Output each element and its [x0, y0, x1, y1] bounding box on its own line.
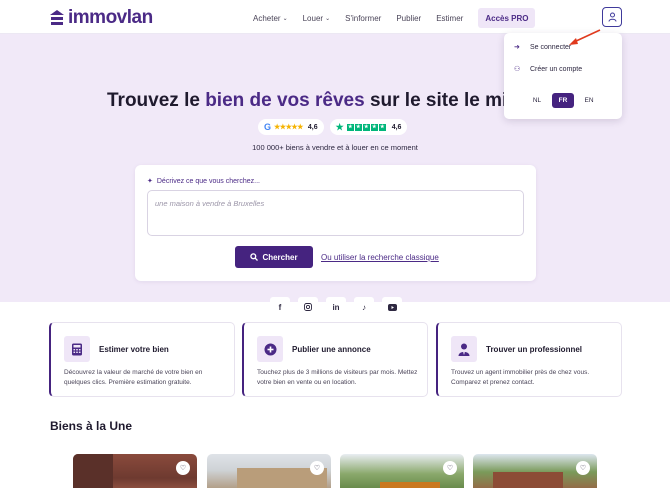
favorite-heart-icon[interactable]: ♡	[310, 461, 324, 475]
trustpilot-icon: ★	[335, 121, 344, 132]
youtube-icon[interactable]	[382, 297, 402, 317]
nav-rent[interactable]: Louer ⌄	[303, 9, 331, 27]
chevron-down-icon: ⌄	[282, 15, 288, 22]
social-links: f in ♪	[270, 297, 410, 317]
star-rating-icon: ★★★★★	[274, 124, 303, 131]
search-label-text: Décrivez ce que vous cherchez...	[156, 177, 260, 185]
feature-title: Publier une annonce	[292, 345, 371, 354]
user-menu-dropdown: ➜ Se connecter ⚇ Créer un compte NL FR E…	[504, 33, 622, 119]
search-label: ✦ Décrivez ce que vous cherchez...	[147, 177, 260, 186]
login-icon: ➜	[514, 44, 520, 51]
hero-subtitle: 100 000+ biens à vendre et à louer en ce…	[252, 143, 418, 152]
listing-card[interactable]: ♡	[340, 454, 464, 488]
search-input[interactable]: une maison à vendre à Bruxelles	[147, 190, 524, 236]
featured-section-title: Biens à la Une	[50, 419, 133, 433]
google-rating-value: 4,6	[307, 123, 318, 131]
search-button[interactable]: Chercher	[235, 246, 313, 268]
main-nav: Acheter ⌄ Louer ⌄ S'informer Publier Estim…	[253, 8, 536, 28]
feature-description: Trouvez un agent immobilier près de chez…	[451, 369, 590, 386]
nav-rent-label: Louer	[302, 13, 324, 23]
nav-estimate[interactable]: Estimer	[436, 9, 463, 27]
magic-wand-icon: ✦	[147, 178, 153, 185]
trustpilot-rating-value: 4,6	[391, 123, 402, 131]
tiktok-icon[interactable]: ♪	[354, 297, 374, 317]
language-switcher: NL FR EN	[526, 93, 604, 108]
feature-description: Découvrez la valeur de marché de votre b…	[64, 369, 203, 386]
pro-access-button[interactable]: Accès PRO	[478, 8, 536, 28]
hero-title: Trouvez le bien de vos rêves sur le site…	[107, 90, 540, 112]
feature-card-professional[interactable]: Trouver un professionnel Trouvez un agen…	[436, 322, 622, 397]
lang-fr-button[interactable]: FR	[552, 93, 574, 108]
login-menu-item[interactable]: ➜ Se connecter	[514, 43, 571, 52]
favorite-heart-icon[interactable]: ♡	[176, 461, 190, 475]
feature-description: Touchez plus de 3 millions de visiteurs …	[257, 369, 418, 386]
nav-publish-label: Publier	[396, 13, 422, 23]
nav-estimate-label: Estimer	[436, 13, 464, 23]
instagram-icon[interactable]	[298, 297, 318, 317]
search-icon	[250, 253, 259, 261]
create-account-label: Créer un compte	[530, 65, 583, 73]
nav-inform-label: S'informer	[345, 13, 382, 23]
classic-search-link[interactable]: Ou utiliser la recherche classique	[321, 253, 439, 262]
annotation-arrow	[569, 29, 601, 45]
user-account-button[interactable]	[602, 7, 622, 27]
trustpilot-rating-badge[interactable]: ★ ★ ★ ★ ★ ★ 4,6	[329, 119, 408, 135]
listing-card[interactable]: ♡	[473, 454, 597, 488]
nav-publish[interactable]: Publier	[396, 9, 421, 27]
feature-card-estimate[interactable]: Estimer votre bien Découvrez la valeur d…	[49, 322, 235, 397]
agent-icon	[451, 336, 477, 362]
pro-access-label: Accès PRO	[485, 13, 529, 23]
nav-buy-label: Acheter	[253, 13, 281, 23]
favorite-heart-icon[interactable]: ♡	[443, 461, 457, 475]
trustpilot-stars-icon: ★ ★ ★ ★ ★	[346, 123, 386, 131]
facebook-icon[interactable]: f	[270, 297, 290, 317]
nav-inform[interactable]: S'informer	[345, 9, 381, 27]
listing-card[interactable]: ♡	[73, 454, 197, 488]
nav-buy[interactable]: Acheter ⌄	[253, 9, 288, 27]
hero-title-part1: Trouvez le	[107, 90, 206, 111]
lang-nl-button[interactable]: NL	[526, 93, 548, 108]
feature-card-publish[interactable]: Publier une annonce Touchez plus de 3 mi…	[242, 322, 428, 397]
calculator-icon	[64, 336, 90, 362]
feature-title: Trouver un professionnel	[486, 345, 583, 354]
google-icon: G	[264, 122, 272, 132]
linkedin-icon[interactable]: in	[326, 297, 346, 317]
favorite-heart-icon[interactable]: ♡	[576, 461, 590, 475]
feature-title: Estimer votre bien	[99, 345, 169, 354]
search-card: ✦ Décrivez ce que vous cherchez... une m…	[135, 165, 536, 281]
google-rating-badge[interactable]: G ★★★★★ 4,6	[258, 119, 324, 135]
lang-en-button[interactable]: EN	[578, 93, 600, 108]
logo-house-icon	[50, 10, 64, 26]
plus-circle-icon	[257, 336, 283, 362]
ratings: G ★★★★★ 4,6 ★ ★ ★ ★ ★ ★ 4,6	[258, 119, 413, 135]
logo-text: immovlan	[68, 7, 153, 28]
hero-title-accent: bien de vos rêves	[205, 90, 365, 111]
create-account-menu-item[interactable]: ⚇ Créer un compte	[514, 65, 583, 74]
search-button-label: Chercher	[262, 252, 298, 262]
logo[interactable]: immovlan	[50, 7, 153, 29]
add-user-icon: ⚇	[514, 66, 521, 73]
user-icon	[608, 12, 616, 22]
listing-card[interactable]: ♡	[207, 454, 331, 488]
chevron-down-icon: ⌄	[325, 15, 331, 22]
